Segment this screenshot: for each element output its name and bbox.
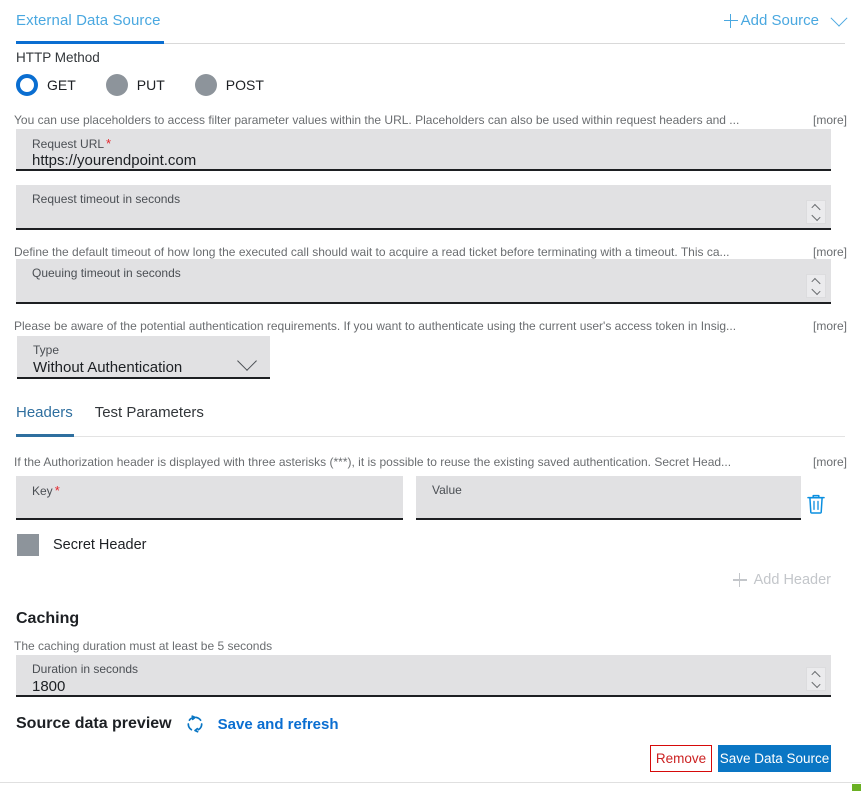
caching-helper-text: The caching duration must at least be 5 … — [14, 639, 847, 653]
required-marker: * — [106, 136, 111, 151]
radio-option-put[interactable]: PUT — [106, 74, 165, 96]
plus-icon — [733, 573, 747, 587]
secret-header-checkbox[interactable]: Secret Header — [17, 534, 147, 556]
request-url-helper-text: You can use placeholders to access filte… — [14, 113, 847, 127]
footer-divider — [0, 782, 861, 783]
radio-icon-put — [106, 74, 128, 96]
stepper-up-icon[interactable] — [811, 277, 820, 286]
headers-helper-text: If the Authorization header is displayed… — [14, 455, 847, 469]
stepper-down-icon[interactable] — [811, 211, 820, 220]
required-marker: * — [55, 483, 60, 498]
checkbox-icon — [17, 534, 39, 556]
radio-option-get[interactable]: GET — [16, 74, 76, 96]
request-url-label-text: Request URL — [32, 137, 104, 151]
http-method-label: HTTP Method — [16, 50, 100, 65]
request-timeout-helper-label: Define the default timeout of how long t… — [14, 245, 730, 259]
external-data-source-panel: External Data Source Add Source HTTP Met… — [0, 0, 861, 791]
radio-label-get: GET — [47, 77, 76, 93]
authentication-helper-label: Please be aware of the potential authent… — [14, 319, 736, 333]
source-data-preview-row: Source data preview Save and refresh — [16, 713, 339, 735]
http-method-radio-group: GET PUT POST — [16, 74, 294, 96]
radio-icon-get — [16, 74, 38, 96]
stepper-down-icon[interactable] — [811, 678, 820, 687]
radio-option-post[interactable]: POST — [195, 74, 264, 96]
request-url-input[interactable]: https://yourendpoint.com — [32, 152, 196, 169]
trash-icon[interactable] — [806, 493, 826, 515]
header-actions: Add Source — [724, 12, 845, 29]
request-url-field[interactable]: Request URL* https://yourendpoint.com — [16, 129, 831, 171]
request-timeout-helper-text: Define the default timeout of how long t… — [14, 245, 847, 259]
save-data-source-button[interactable]: Save Data Source — [718, 745, 831, 772]
caching-section-title: Caching — [16, 610, 79, 628]
radio-label-put: PUT — [137, 77, 165, 93]
tab-headers[interactable]: Headers — [16, 404, 73, 431]
save-and-refresh-button[interactable]: Save and refresh — [218, 716, 339, 733]
request-timeout-more-link[interactable]: [more] — [813, 245, 847, 259]
authentication-more-link[interactable]: [more] — [813, 319, 847, 333]
stepper-down-icon[interactable] — [811, 285, 820, 294]
queuing-timeout-field[interactable]: Queuing timeout in seconds — [16, 259, 831, 304]
request-url-label: Request URL* — [32, 136, 111, 151]
auth-type-select[interactable]: Type Without Authentication — [17, 336, 270, 379]
request-timeout-label: Request timeout in seconds — [32, 192, 180, 206]
header-value-label: Value — [432, 483, 462, 497]
caching-duration-stepper[interactable] — [806, 667, 826, 691]
tabstrip-divider — [16, 436, 845, 437]
page-title[interactable]: External Data Source — [16, 12, 161, 29]
header-key-label: Key* — [32, 483, 60, 498]
queuing-timeout-stepper[interactable] — [806, 274, 826, 298]
headers-tabstrip: Headers Test Parameters — [16, 404, 204, 431]
header-key-label-text: Key — [32, 484, 53, 498]
auth-type-label: Type — [33, 343, 59, 357]
headers-helper-label: If the Authorization header is displayed… — [14, 455, 731, 469]
request-timeout-field[interactable]: Request timeout in seconds — [16, 185, 831, 230]
request-url-helper-label: You can use placeholders to access filte… — [14, 113, 739, 127]
source-data-preview-title: Source data preview — [16, 715, 172, 733]
tab-test-parameters[interactable]: Test Parameters — [95, 404, 204, 431]
stepper-up-icon[interactable] — [811, 203, 820, 212]
headers-more-link[interactable]: [more] — [813, 455, 847, 469]
add-source-button[interactable]: Add Source — [724, 12, 819, 29]
header-key-field[interactable]: Key* — [16, 476, 403, 520]
refresh-icon[interactable] — [184, 713, 206, 735]
chevron-down-icon[interactable] — [237, 351, 257, 371]
secret-header-label: Secret Header — [53, 537, 147, 553]
request-timeout-stepper[interactable] — [806, 200, 826, 224]
radio-icon-post — [195, 74, 217, 96]
chevron-down-icon[interactable] — [831, 9, 848, 26]
add-source-label: Add Source — [741, 12, 819, 29]
stepper-up-icon[interactable] — [811, 670, 820, 679]
add-header-button[interactable]: Add Header — [733, 572, 831, 588]
panel-header: External Data Source Add Source — [0, 0, 861, 44]
authentication-helper-text: Please be aware of the potential authent… — [14, 319, 847, 333]
tabstrip-active-underline — [16, 434, 74, 437]
header-value-field[interactable]: Value — [416, 476, 801, 520]
corner-marker — [852, 784, 861, 791]
add-header-label: Add Header — [754, 572, 831, 588]
caching-duration-label: Duration in seconds — [32, 662, 138, 676]
caching-duration-field[interactable]: Duration in seconds 1800 — [16, 655, 831, 697]
header-active-underline — [16, 41, 164, 44]
radio-label-post: POST — [226, 77, 264, 93]
remove-button[interactable]: Remove — [650, 745, 712, 772]
queuing-timeout-label: Queuing timeout in seconds — [32, 266, 181, 280]
request-url-more-link[interactable]: [more] — [813, 113, 847, 127]
plus-icon — [724, 14, 738, 28]
auth-type-value: Without Authentication — [33, 359, 182, 376]
caching-helper-label: The caching duration must at least be 5 … — [14, 639, 272, 653]
caching-duration-input[interactable]: 1800 — [32, 678, 65, 695]
